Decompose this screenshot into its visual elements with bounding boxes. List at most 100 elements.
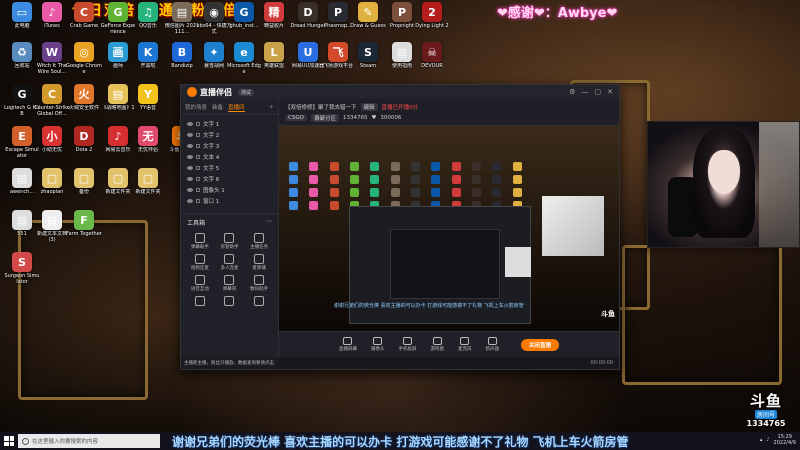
tool-button[interactable]: 房管助手	[215, 233, 245, 250]
eye-icon[interactable]	[187, 165, 193, 170]
phone-cast-button[interactable]: 手机投屏	[398, 337, 416, 352]
desktop-icon[interactable]: ☠ DEVOUR	[414, 42, 450, 69]
desktop-icon[interactable]: ▤ 微信图片 2021111...	[164, 2, 200, 35]
eye-icon[interactable]	[187, 154, 193, 159]
tab-equipment[interactable]: 装备	[212, 103, 223, 112]
tool-button[interactable]	[185, 296, 215, 307]
tool-button[interactable]: 视频连麦	[185, 254, 215, 271]
microphone-button[interactable]: 麦克风	[458, 337, 471, 352]
eye-icon[interactable]	[187, 176, 193, 181]
scene-item[interactable]: 文字 6	[185, 173, 274, 184]
desktop-icon[interactable]: S Surgeon Simulator	[4, 252, 40, 285]
stop-live-button[interactable]: 关闭直播	[520, 338, 559, 351]
tool-button[interactable]	[215, 296, 245, 307]
volume-icon[interactable]: ♪	[766, 437, 769, 443]
screen-capture-button[interactable]: 直播屏幕	[339, 337, 357, 352]
sub-category-tag[interactable]: 偏僻分区	[310, 113, 339, 122]
camera-button[interactable]: 摄像头	[371, 337, 384, 352]
desktop-icon[interactable]: ▢ zhaopian	[34, 168, 70, 195]
desktop-icon[interactable]: ▢ 备份	[66, 168, 102, 195]
scene-item[interactable]: 文字 1	[185, 118, 274, 129]
bottom-ticker: 谢谢兄弟们的荧光棒 喜欢主播的可以办卡 打游戏可能感谢不了礼物 飞机上车火箭房管	[172, 435, 629, 449]
camera-icon	[373, 337, 383, 345]
edit-button[interactable]: 编辑	[360, 102, 378, 111]
eye-icon[interactable]	[187, 187, 193, 192]
desktop-icon[interactable]: ✎ Draw & Guess	[350, 2, 386, 29]
desktop-icon[interactable]: ▢ 新建文件夹	[130, 168, 166, 195]
lock-icon[interactable]	[196, 187, 200, 192]
desktop-icon[interactable]: 2 Dying Light 2	[414, 2, 450, 29]
eye-icon[interactable]	[187, 132, 193, 137]
lock-icon[interactable]	[196, 154, 200, 159]
desktop-icon[interactable]: Y YY语音	[130, 84, 166, 111]
desktop-icon[interactable]: ▤ 新建文本文档 (3)	[34, 210, 70, 243]
tool-button[interactable]: 弹幕哥	[215, 275, 245, 292]
add-scene-icon[interactable]: ＋	[268, 103, 274, 112]
desktop-icon[interactable]: ◎ Google Chrome	[66, 42, 102, 75]
lock-icon[interactable]	[196, 132, 200, 137]
taskbar-clock[interactable]: 15:29 2022/4/9	[774, 434, 796, 446]
desktop-icon[interactable]: W Witch It The Wire Soul...	[34, 42, 70, 75]
scene-item[interactable]: 窗口 1	[185, 195, 274, 206]
tool-button[interactable]	[244, 296, 274, 307]
desktop-icon[interactable]: D Dota 2	[66, 126, 102, 153]
more-icon[interactable]: ⋯	[266, 218, 272, 227]
network-icon[interactable]: ▴	[760, 437, 763, 443]
lock-icon[interactable]	[196, 198, 200, 203]
close-icon[interactable]: ✕	[607, 88, 613, 96]
scene-item[interactable]: 图像头 1	[185, 184, 274, 195]
lock-icon[interactable]	[196, 143, 200, 148]
eye-icon[interactable]	[187, 143, 193, 148]
desktop-icon[interactable]: 小小助无忧	[34, 126, 70, 153]
scene-label: 文字 6	[203, 176, 220, 183]
settings-icon[interactable]: ⚙	[569, 88, 575, 96]
tab-live-room[interactable]: 直播间	[228, 103, 245, 112]
desktop-icon[interactable]: 无无忧伴侣	[130, 126, 166, 153]
preview-mini-icon	[390, 175, 400, 184]
app-icon: e	[234, 42, 254, 62]
lock-icon[interactable]	[196, 165, 200, 170]
desktop-icon[interactable]: ♪ iTunes	[34, 2, 70, 29]
stream-preview[interactable]: 谢谢兄弟们的荧光棒 喜欢主播的可以办卡 打游戏可能感谢不了礼物 飞机上车火箭房管…	[279, 125, 619, 331]
speaker-button[interactable]: 扬声器	[485, 337, 499, 352]
preview-mini-icon	[289, 188, 298, 197]
scene-item[interactable]: 文本 4	[185, 151, 274, 162]
category-tag[interactable]: CSGO	[285, 114, 307, 121]
scene-item[interactable]: 文字 3	[185, 140, 274, 151]
scene-item[interactable]: 文字 2	[185, 129, 274, 140]
desktop-icon[interactable]: C Counter-Strike Global Off...	[34, 84, 70, 117]
tool-button[interactable]: 麦库播	[244, 254, 274, 271]
status-bar: 00:00:00	[279, 357, 619, 369]
desktop-icon[interactable]: 火火绒安全软件	[66, 84, 102, 111]
eye-icon[interactable]	[187, 121, 193, 126]
minimize-icon[interactable]: —	[582, 88, 589, 96]
tool-button[interactable]: 多人连麦	[215, 254, 245, 271]
desktop-icon[interactable]: C Crab Game	[66, 2, 102, 29]
tool-icon	[194, 233, 205, 243]
desktop-icon[interactable]: ♫ QQ音乐	[130, 2, 166, 29]
tool-button[interactable]: 主播任务	[244, 233, 274, 250]
lock-icon[interactable]	[196, 121, 200, 126]
desktop-icon[interactable]: F Farm Together	[66, 210, 102, 237]
desktop-icon-label: Draw & Guess	[350, 23, 386, 29]
tab-my-scenes[interactable]: 我的场景	[185, 103, 207, 112]
app-icon: ◉	[204, 2, 224, 22]
tool-button[interactable]: 弹幕助手	[185, 233, 215, 250]
scene-item[interactable]: 文字 5	[185, 162, 274, 173]
eye-icon[interactable]	[187, 198, 193, 203]
preview-mini-icon	[289, 162, 298, 171]
desktop-icon[interactable]: 精精益胶片	[256, 2, 292, 29]
game-window-button[interactable]: 游戏窗	[430, 337, 444, 352]
app-icon: P	[392, 2, 412, 22]
desktop-icon[interactable]: K 开黑啦	[130, 42, 166, 69]
start-button[interactable]	[4, 436, 14, 446]
tool-button[interactable]: 语音互动	[185, 275, 215, 292]
desktop-icon[interactable]: B Bandizip	[164, 42, 200, 69]
maximize-icon[interactable]: ▢	[595, 88, 602, 96]
lock-icon[interactable]	[196, 176, 200, 181]
desktop-icon-label: 新建文件夹	[135, 189, 161, 195]
desktop-icon[interactable]: L 英雄联盟	[256, 42, 292, 69]
desktop-icon[interactable]: S Steam	[350, 42, 386, 69]
tool-button[interactable]: 数码助手	[244, 275, 274, 292]
taskbar-search-input[interactable]: 在这里输入你要搜索的内容	[18, 434, 160, 448]
